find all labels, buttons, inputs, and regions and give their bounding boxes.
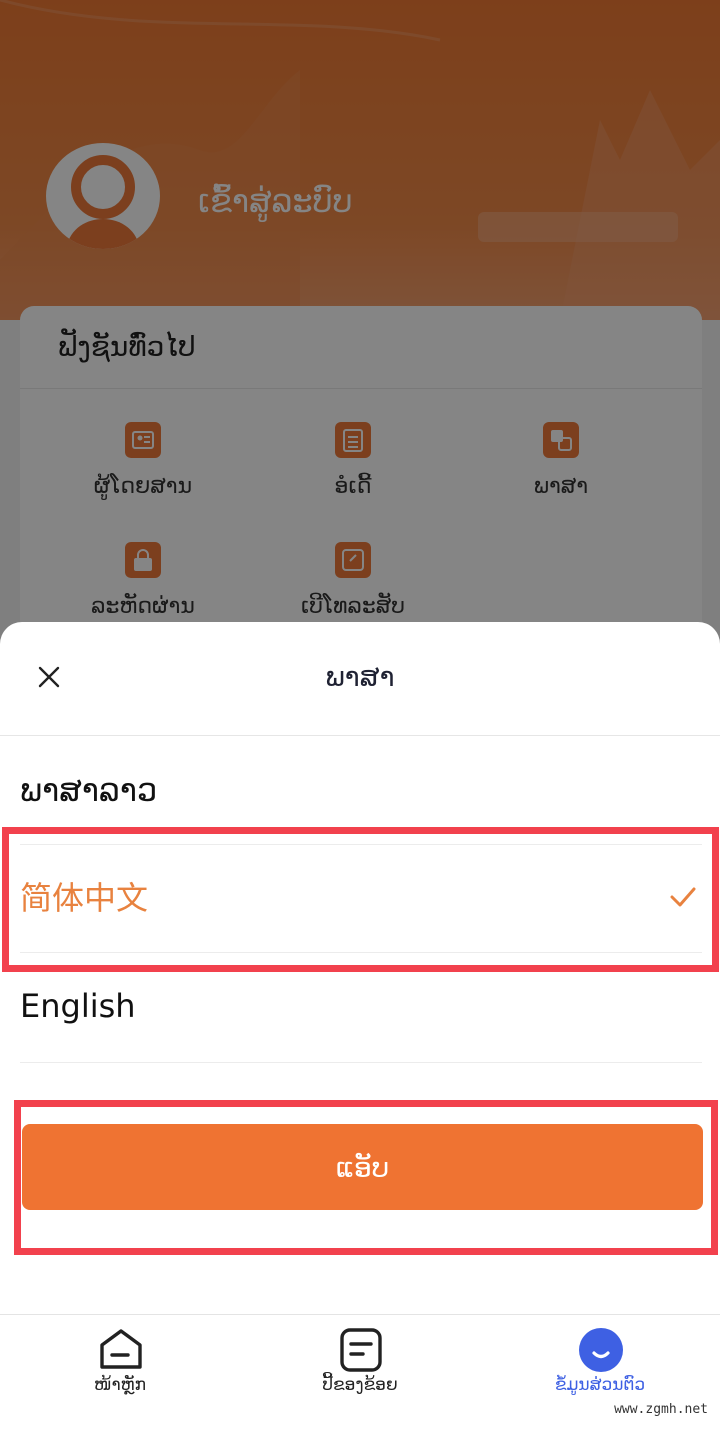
home-icon xyxy=(100,1329,142,1369)
highlight-apply-button xyxy=(14,1100,718,1255)
option-divider xyxy=(20,1062,702,1063)
highlight-selected-option xyxy=(2,827,719,972)
nav-item-tickets[interactable]: ປີ້ຂອງຂ້ອຍ xyxy=(270,1315,450,1433)
bottom-nav: ໜ້າຫຼັກ ປີ້ຂອງຂ້ອຍ ຂໍ້ມູນສ່ວນຕົວ xyxy=(0,1314,720,1433)
language-option-label: ພາສາລາວ xyxy=(20,771,158,809)
watermark: www.zgmh.net xyxy=(614,1402,708,1417)
nav-item-home[interactable]: ໜ້າຫຼັກ xyxy=(30,1315,210,1433)
language-sheet: ພາສາ ພາສາລາວ 简体中文 English ແອັບ xyxy=(0,622,720,1314)
profile-icon xyxy=(579,1328,623,1372)
sheet-divider xyxy=(0,735,720,736)
nav-label: ຂໍ້ມູນສ່ວນຕົວ xyxy=(554,1375,646,1395)
ticket-icon xyxy=(340,1328,382,1372)
nav-label: ໜ້າຫຼັກ xyxy=(94,1375,146,1395)
nav-label: ປີ້ຂອງຂ້ອຍ xyxy=(322,1375,398,1395)
language-option-lao[interactable]: ພາສາລາວ xyxy=(0,740,720,840)
sheet-title: ພາສາ xyxy=(325,660,395,693)
